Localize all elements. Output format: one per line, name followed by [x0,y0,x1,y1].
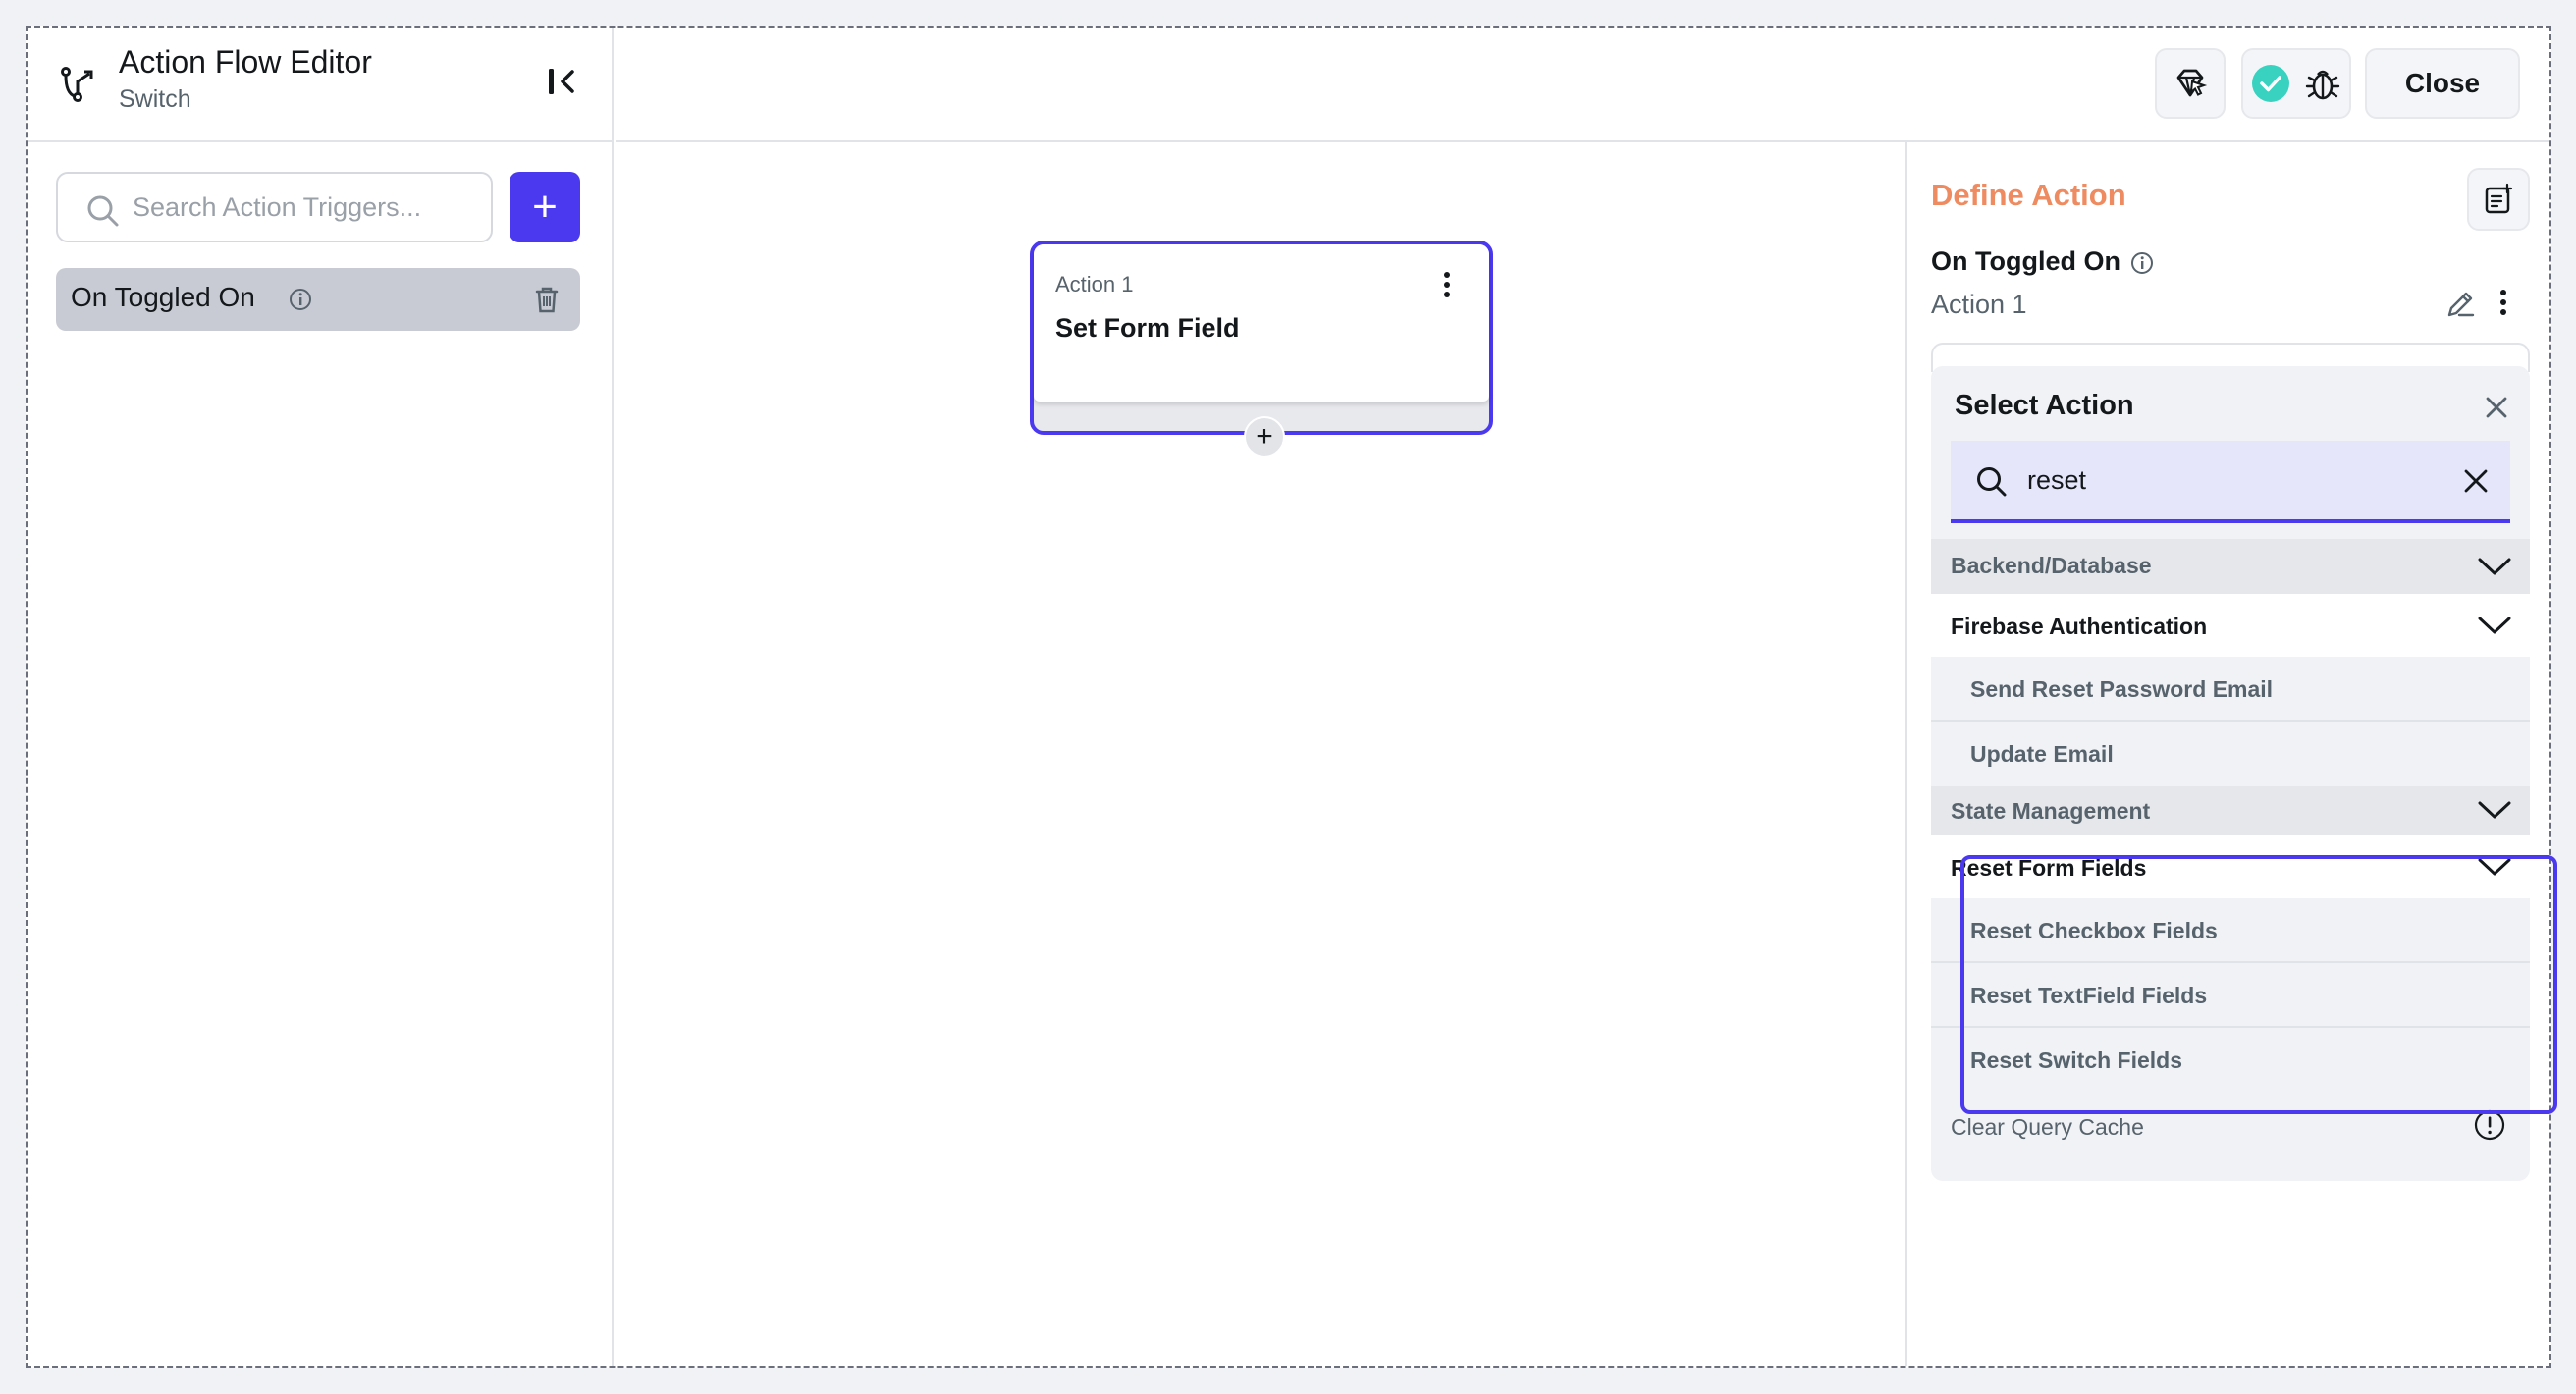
action-search-field[interactable] [1951,441,2510,523]
trash-icon[interactable] [531,284,563,315]
clear-search-icon[interactable] [2461,466,2491,496]
category-firebase-authentication[interactable]: Firebase Authentication [1931,594,2530,657]
ai-assist-button[interactable] [2155,48,2226,119]
editor-frame: Action Flow Editor Switch + On Toggled O… [26,26,2557,1368]
chevron-down-icon [2478,617,2511,634]
action-item-clear-query-cache[interactable]: Clear Query Cache [1931,1093,2530,1159]
triggers-panel: Action Flow Editor Switch + On Toggled O… [28,28,614,1366]
category-label: Reset Form Fields [1951,855,2147,881]
trigger-search-field[interactable] [56,172,493,242]
action-item-reset-checkbox-fields[interactable]: Reset Checkbox Fields [1931,898,2530,963]
gem-cursor-icon [2176,69,2208,97]
action-item-label: Reset Switch Fields [1970,1047,2183,1073]
action-label: Action 1 [1931,290,2027,319]
info-icon[interactable] [2129,250,2155,276]
action-node-index: Action 1 [1055,272,1134,296]
define-action-title: Define Action [1931,178,2126,212]
chevron-down-icon [2478,858,2511,876]
more-vertical-icon[interactable] [1442,270,1452,299]
select-action-popover: Select Action Backend/Database Firebase … [1931,366,2530,1181]
action-item-reset-switch-fields[interactable]: Reset Switch Fields [1931,1028,2530,1093]
page-title: Action Flow Editor [119,44,372,80]
trigger-search-input[interactable] [133,188,476,227]
chevron-down-icon [2478,558,2511,575]
action-item-reset-textfield-fields[interactable]: Reset TextField Fields [1931,963,2530,1028]
search-icon [87,195,119,227]
select-action-title: Select Action [1955,390,2134,421]
category-label: Firebase Authentication [1951,614,2208,639]
document-add-icon [2485,183,2513,214]
action-node-card[interactable]: Action 1 Set Form Field [1030,241,1493,435]
add-trigger-button[interactable]: + [510,172,580,242]
category-label: State Management [1951,798,2151,824]
page-subtitle: Switch [119,85,191,113]
editor-header: Action Flow Editor Switch [28,28,614,142]
action-list: Backend/Database Firebase Authentication… [1931,539,2530,1159]
selected-trigger-name: On Toggled On [1931,246,2120,276]
close-button[interactable]: Close [2365,48,2520,119]
action-item-label: Reset TextField Fields [1970,983,2208,1008]
collapse-panel-icon[interactable] [543,62,582,101]
action-item-label: Send Reset Password Email [1970,676,2274,702]
trigger-item-on-toggled-on[interactable]: On Toggled On [56,268,580,331]
category-reset-form-fields[interactable]: Reset Form Fields [1931,835,2530,898]
action-search-input[interactable] [2027,460,2420,500]
action-item-update-email[interactable]: Update Email [1931,722,2530,786]
action-item-send-reset-password-email[interactable]: Send Reset Password Email [1931,657,2530,722]
warning-icon [2474,1109,2505,1141]
chevron-down-icon [2478,801,2511,819]
action-item-label: Clear Query Cache [1951,1114,2144,1140]
search-icon [1977,467,2007,497]
action-node-name: Set Form Field [1055,313,1240,343]
action-flow-icon [61,67,93,102]
check-circle-icon[interactable] [2251,64,2290,103]
info-icon[interactable] [288,287,313,312]
bug-icon[interactable] [2304,64,2341,103]
category-state-management[interactable]: State Management [1931,786,2530,835]
category-backend-database[interactable]: Backend/Database [1931,539,2530,594]
trigger-item-label: On Toggled On [71,282,255,312]
category-label: Backend/Database [1951,553,2152,578]
add-action-node-button[interactable]: + [1244,416,1285,457]
action-item-label: Update Email [1970,741,2114,767]
close-icon[interactable] [2483,394,2510,421]
pencil-icon[interactable] [2443,288,2477,321]
action-node-body: Action 1 Set Form Field [1034,244,1489,402]
validation-debug-group [2241,48,2351,119]
notes-button[interactable] [2467,168,2530,231]
action-item-label: Reset Checkbox Fields [1970,918,2218,943]
more-vertical-icon[interactable] [2498,288,2508,317]
